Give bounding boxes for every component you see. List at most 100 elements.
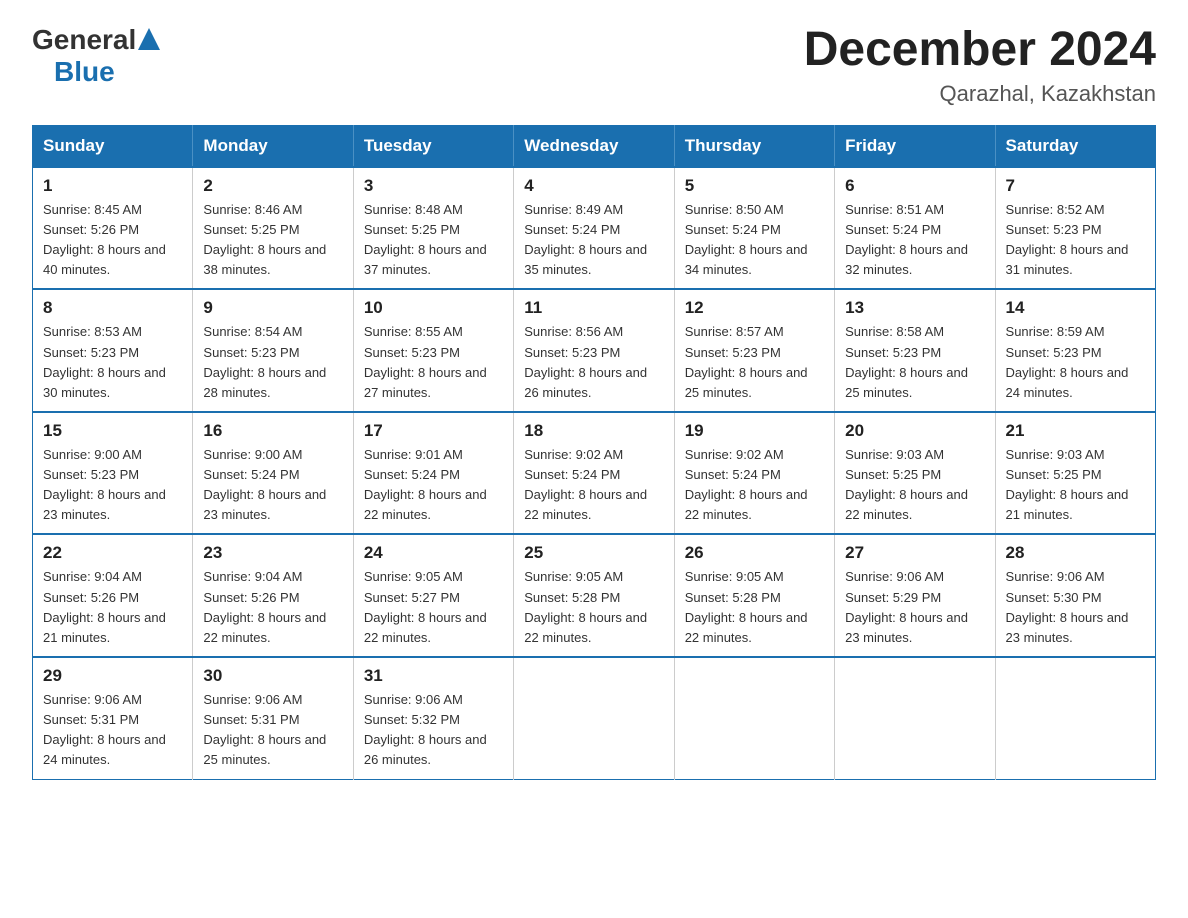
calendar-cell: 25Sunrise: 9:05 AMSunset: 5:28 PMDayligh…	[514, 534, 674, 657]
day-number: 10	[364, 298, 503, 318]
calendar-header: Sunday Monday Tuesday Wednesday Thursday…	[33, 125, 1156, 167]
day-info: Sunrise: 9:00 AMSunset: 5:23 PMDaylight:…	[43, 445, 182, 526]
day-number: 8	[43, 298, 182, 318]
calendar-cell: 13 Sunrise: 8:58 AMSunset: 5:23 PMDayligh…	[835, 289, 995, 412]
day-info: Sunrise: 8:55 AMSunset: 5:23 PMDaylight:…	[364, 322, 503, 403]
calendar-cell: 24 Sunrise: 9:05 AMSunset: 5:27 PMDayligh…	[353, 534, 513, 657]
day-number: 12	[685, 298, 824, 318]
header-saturday: Saturday	[995, 125, 1155, 167]
calendar-cell	[674, 657, 834, 779]
day-info: Sunrise: 9:03 AMSunset: 5:25 PMDaylight:…	[1006, 445, 1145, 526]
calendar-cell: 22Sunrise: 9:04 AMSunset: 5:26 PMDayligh…	[33, 534, 193, 657]
day-info: Sunrise: 8:46 AMSunset: 5:25 PMDaylight:…	[203, 200, 342, 281]
calendar-cell: 6 Sunrise: 8:51 AMSunset: 5:24 PMDaylight…	[835, 167, 995, 290]
calendar-cell: 14 Sunrise: 8:59 AMSunset: 5:23 PMDayligh…	[995, 289, 1155, 412]
day-number: 24	[364, 543, 503, 563]
day-info: Sunrise: 9:03 AMSunset: 5:25 PMDaylight:…	[845, 445, 984, 526]
day-info: Sunrise: 8:51 AMSunset: 5:24 PMDaylight:…	[845, 200, 984, 281]
day-number: 14	[1006, 298, 1145, 318]
calendar-cell: 27Sunrise: 9:06 AMSunset: 5:29 PMDayligh…	[835, 534, 995, 657]
header-friday: Friday	[835, 125, 995, 167]
calendar-cell: 26Sunrise: 9:05 AMSunset: 5:28 PMDayligh…	[674, 534, 834, 657]
day-info: Sunrise: 9:00 AMSunset: 5:24 PMDaylight:…	[203, 445, 342, 526]
calendar-cell: 11Sunrise: 8:56 AMSunset: 5:23 PMDayligh…	[514, 289, 674, 412]
calendar-cell	[514, 657, 674, 779]
calendar-cell: 7Sunrise: 8:52 AMSunset: 5:23 PMDaylight…	[995, 167, 1155, 290]
calendar-body: 1 Sunrise: 8:45 AMSunset: 5:26 PMDaylight…	[33, 167, 1156, 779]
calendar-cell: 8 Sunrise: 8:53 AMSunset: 5:23 PMDaylight…	[33, 289, 193, 412]
day-info: Sunrise: 8:58 AMSunset: 5:23 PMDaylight:…	[845, 322, 984, 403]
day-number: 21	[1006, 421, 1145, 441]
calendar-cell	[835, 657, 995, 779]
day-info: Sunrise: 8:57 AMSunset: 5:23 PMDaylight:…	[685, 322, 824, 403]
day-info: Sunrise: 9:04 AMSunset: 5:26 PMDaylight:…	[203, 567, 342, 648]
day-info: Sunrise: 8:50 AMSunset: 5:24 PMDaylight:…	[685, 200, 824, 281]
day-number: 13	[845, 298, 984, 318]
day-number: 3	[364, 176, 503, 196]
logo-blue-text: Blue	[54, 56, 115, 88]
calendar-cell: 21 Sunrise: 9:03 AMSunset: 5:25 PMDayligh…	[995, 412, 1155, 535]
day-info: Sunrise: 9:06 AMSunset: 5:29 PMDaylight:…	[845, 567, 984, 648]
calendar-cell: 15 Sunrise: 9:00 AMSunset: 5:23 PMDayligh…	[33, 412, 193, 535]
calendar-cell: 19Sunrise: 9:02 AMSunset: 5:24 PMDayligh…	[674, 412, 834, 535]
day-info: Sunrise: 8:59 AMSunset: 5:23 PMDaylight:…	[1006, 322, 1145, 403]
page-subtitle: Qarazhal, Kazakhstan	[804, 81, 1156, 107]
calendar-cell: 9 Sunrise: 8:54 AMSunset: 5:23 PMDaylight…	[193, 289, 353, 412]
day-info: Sunrise: 9:05 AMSunset: 5:27 PMDaylight:…	[364, 567, 503, 648]
logo-general-text: General	[32, 24, 136, 56]
calendar-week-row: 15 Sunrise: 9:00 AMSunset: 5:23 PMDayligh…	[33, 412, 1156, 535]
calendar-cell: 12 Sunrise: 8:57 AMSunset: 5:23 PMDayligh…	[674, 289, 834, 412]
calendar-week-row: 29 Sunrise: 9:06 AMSunset: 5:31 PMDayligh…	[33, 657, 1156, 779]
day-number: 9	[203, 298, 342, 318]
calendar-week-row: 22Sunrise: 9:04 AMSunset: 5:26 PMDayligh…	[33, 534, 1156, 657]
day-info: Sunrise: 9:01 AMSunset: 5:24 PMDaylight:…	[364, 445, 503, 526]
page-header: General Blue December 2024 Qarazhal, Kaz…	[32, 24, 1156, 107]
calendar-cell: 1 Sunrise: 8:45 AMSunset: 5:26 PMDaylight…	[33, 167, 193, 290]
day-info: Sunrise: 9:06 AMSunset: 5:31 PMDaylight:…	[203, 690, 342, 771]
day-info: Sunrise: 8:45 AMSunset: 5:26 PMDaylight:…	[43, 200, 182, 281]
calendar-cell: 16 Sunrise: 9:00 AMSunset: 5:24 PMDayligh…	[193, 412, 353, 535]
day-number: 18	[524, 421, 663, 441]
header-thursday: Thursday	[674, 125, 834, 167]
day-number: 15	[43, 421, 182, 441]
calendar-cell: 2Sunrise: 8:46 AMSunset: 5:25 PMDaylight…	[193, 167, 353, 290]
day-info: Sunrise: 8:49 AMSunset: 5:24 PMDaylight:…	[524, 200, 663, 281]
calendar-cell: 3 Sunrise: 8:48 AMSunset: 5:25 PMDaylight…	[353, 167, 513, 290]
header-sunday: Sunday	[33, 125, 193, 167]
day-number: 20	[845, 421, 984, 441]
day-info: Sunrise: 9:02 AMSunset: 5:24 PMDaylight:…	[524, 445, 663, 526]
day-number: 29	[43, 666, 182, 686]
day-info: Sunrise: 8:54 AMSunset: 5:23 PMDaylight:…	[203, 322, 342, 403]
calendar-cell: 5Sunrise: 8:50 AMSunset: 5:24 PMDaylight…	[674, 167, 834, 290]
day-number: 30	[203, 666, 342, 686]
day-info: Sunrise: 8:52 AMSunset: 5:23 PMDaylight:…	[1006, 200, 1145, 281]
calendar-cell	[995, 657, 1155, 779]
day-number: 16	[203, 421, 342, 441]
header-monday: Monday	[193, 125, 353, 167]
day-number: 31	[364, 666, 503, 686]
calendar-cell: 17 Sunrise: 9:01 AMSunset: 5:24 PMDayligh…	[353, 412, 513, 535]
day-number: 4	[524, 176, 663, 196]
calendar-week-row: 8 Sunrise: 8:53 AMSunset: 5:23 PMDaylight…	[33, 289, 1156, 412]
calendar-cell: 30 Sunrise: 9:06 AMSunset: 5:31 PMDayligh…	[193, 657, 353, 779]
day-info: Sunrise: 8:48 AMSunset: 5:25 PMDaylight:…	[364, 200, 503, 281]
calendar-week-row: 1 Sunrise: 8:45 AMSunset: 5:26 PMDaylight…	[33, 167, 1156, 290]
calendar-cell: 10 Sunrise: 8:55 AMSunset: 5:23 PMDayligh…	[353, 289, 513, 412]
header-wednesday: Wednesday	[514, 125, 674, 167]
day-number: 19	[685, 421, 824, 441]
day-number: 17	[364, 421, 503, 441]
header-tuesday: Tuesday	[353, 125, 513, 167]
calendar-cell: 28Sunrise: 9:06 AMSunset: 5:30 PMDayligh…	[995, 534, 1155, 657]
calendar-cell: 23Sunrise: 9:04 AMSunset: 5:26 PMDayligh…	[193, 534, 353, 657]
calendar-cell: 20 Sunrise: 9:03 AMSunset: 5:25 PMDayligh…	[835, 412, 995, 535]
day-number: 1	[43, 176, 182, 196]
logo-triangle-icon	[138, 28, 160, 50]
calendar-cell: 31Sunrise: 9:06 AMSunset: 5:32 PMDayligh…	[353, 657, 513, 779]
calendar-cell: 4 Sunrise: 8:49 AMSunset: 5:24 PMDaylight…	[514, 167, 674, 290]
day-info: Sunrise: 8:53 AMSunset: 5:23 PMDaylight:…	[43, 322, 182, 403]
day-number: 6	[845, 176, 984, 196]
calendar-cell: 18 Sunrise: 9:02 AMSunset: 5:24 PMDayligh…	[514, 412, 674, 535]
day-info: Sunrise: 8:56 AMSunset: 5:23 PMDaylight:…	[524, 322, 663, 403]
logo: General Blue	[32, 24, 160, 88]
day-info: Sunrise: 9:04 AMSunset: 5:26 PMDaylight:…	[43, 567, 182, 648]
